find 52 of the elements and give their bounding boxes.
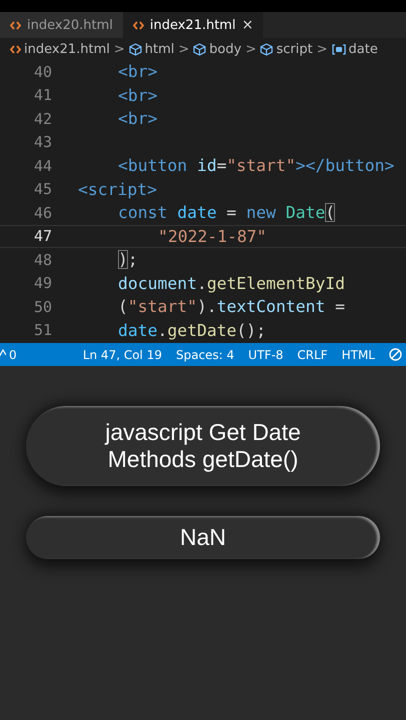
line-number: 48 [32, 250, 52, 269]
line-number: 43 [32, 133, 52, 152]
status-item[interactable]: CRLF [297, 348, 328, 362]
breadcrumb-item[interactable]: index21.html [24, 42, 110, 56]
code-line: "2022-1-87" [158, 226, 267, 246]
code-line: document.getElementById [118, 274, 345, 293]
line-number: 49 [32, 274, 52, 292]
line-number: 41 [32, 86, 52, 104]
editor-tab[interactable]: index20.html [0, 12, 123, 38]
cube-icon [193, 42, 206, 56]
line-number: 44 [32, 156, 52, 175]
breadcrumb-item[interactable]: body [209, 42, 242, 56]
breadcrumb-separator: > [245, 42, 256, 56]
line-number: 51 [32, 321, 52, 340]
file-code-icon [10, 20, 21, 30]
breadcrumb-separator: > [114, 42, 125, 56]
line-number: 46 [32, 204, 52, 222]
no-entry-icon[interactable] [389, 348, 402, 361]
code-line: ("start").textContent = [118, 297, 346, 316]
breadcrumb-separator: > [178, 42, 190, 56]
cube-icon [128, 42, 142, 56]
line-number: 42 [32, 110, 52, 128]
code-line: <br> [118, 109, 158, 128]
status-item[interactable]: HTML [342, 348, 375, 362]
status-item[interactable]: Spaces: 4 [176, 348, 234, 362]
breadcrumb-item[interactable]: script [276, 42, 313, 56]
code-line: <button id="start"></button> [118, 156, 394, 176]
code-line: <br> [118, 86, 158, 105]
code-line: ); [118, 250, 138, 270]
variable-icon [332, 44, 346, 54]
code-line: date.getDate(); [118, 320, 266, 340]
page-button[interactable]: javascript Get Date Methods getDate() [26, 406, 380, 486]
breadcrumb-item[interactable]: html [144, 42, 174, 56]
editor-tab[interactable]: index21.html × [122, 12, 264, 38]
line-number: 47 [32, 227, 52, 246]
code-line: const date = new Date( [118, 203, 336, 222]
code-line: <br> [118, 62, 158, 82]
breadcrumb-separator: > [316, 42, 328, 56]
status-item[interactable]: Ln 47, Col 19 [82, 348, 162, 362]
breadcrumb-item[interactable]: date [348, 42, 378, 56]
status-item[interactable]: UTF-8 [248, 348, 284, 362]
file-code-icon [10, 44, 21, 54]
warning-count[interactable]: 0 [9, 348, 17, 362]
code-editor[interactable]: 40 <br> 41 <br> 42 <br> 43 44 <button id="start"></button> 45 <script> 46 const date = new Date( 47 "2022-1-87" 48 ); 49 document.getElementById 50 ("start").textContent = 51 date.getDate(); [0, 60, 406, 343]
page-button[interactable]: NaN [26, 516, 380, 559]
line-number: 40 [32, 62, 52, 81]
line-number: 45 [32, 180, 52, 198]
cube-icon [260, 42, 274, 56]
file-code-icon [132, 20, 144, 30]
close-icon[interactable]: × [242, 17, 254, 33]
line-number: 50 [32, 298, 52, 316]
code-line: <script> [78, 180, 157, 199]
